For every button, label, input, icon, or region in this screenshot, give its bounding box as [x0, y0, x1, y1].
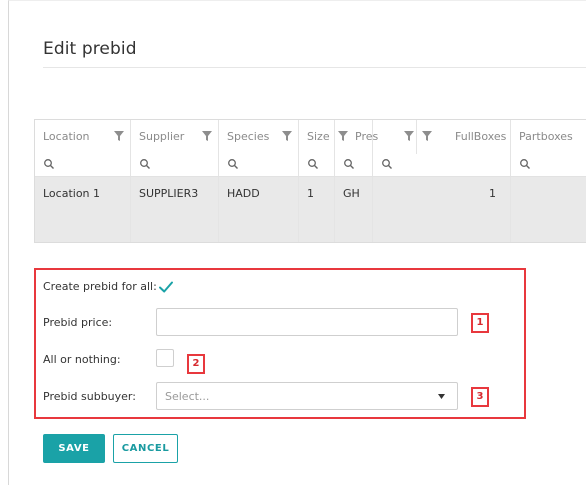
chevron-down-icon: [438, 394, 445, 399]
column-header-pres-filter[interactable]: [373, 120, 417, 154]
prebid-price-input[interactable]: [156, 308, 458, 336]
cell-text: HADD: [227, 187, 260, 200]
filter-cell-fullboxes[interactable]: [373, 154, 511, 176]
cell-supplier: SUPPLIER3: [131, 177, 219, 242]
title-divider: [43, 67, 586, 68]
table-row[interactable]: Location 1 SUPPLIER3 HADD 1 GH 1: [35, 177, 586, 242]
cell-location: Location 1: [35, 177, 131, 242]
create-prebid-all-label: Create prebid for all:: [43, 280, 157, 293]
column-header-partboxes[interactable]: Partboxes: [511, 120, 586, 154]
all-or-nothing-checkbox[interactable]: [156, 349, 174, 367]
callout-1: 1: [471, 313, 489, 333]
callout-2: 2: [187, 354, 205, 374]
column-label: Species: [227, 130, 270, 143]
filter-icon[interactable]: [113, 130, 125, 142]
cell-fullboxes: 1: [373, 177, 511, 242]
callout-3: 3: [471, 387, 489, 407]
prebid-subbuyer-label: Prebid subbuyer:: [43, 390, 136, 403]
filter-cell-partboxes[interactable]: [511, 154, 586, 176]
search-icon: [308, 159, 318, 169]
cell-text: 1: [489, 187, 496, 200]
search-icon: [228, 159, 238, 169]
search-icon: [44, 159, 54, 169]
column-label: Size: [307, 130, 330, 143]
filter-cell-location[interactable]: [35, 154, 131, 176]
filter-cell-size[interactable]: [299, 154, 335, 176]
prebid-grid: Location Supplier Species Size Pres Full…: [34, 119, 586, 243]
save-button[interactable]: SAVE: [43, 434, 105, 463]
prebid-price-label: Prebid price:: [43, 316, 113, 329]
search-icon: [382, 159, 392, 169]
column-header-fullboxes[interactable]: FullBoxes: [417, 120, 511, 154]
select-placeholder: Select...: [165, 390, 210, 403]
column-header-location[interactable]: Location: [35, 120, 131, 154]
cell-text: SUPPLIER3: [139, 187, 199, 200]
filter-cell-pres[interactable]: [335, 154, 373, 176]
column-header-supplier[interactable]: Supplier: [131, 120, 219, 154]
search-icon: [344, 159, 354, 169]
cell-partboxes: [511, 177, 586, 242]
filter-icon[interactable]: [421, 130, 433, 142]
column-label: Location: [43, 130, 90, 143]
cell-pres: GH: [335, 177, 373, 242]
filter-icon[interactable]: [337, 130, 349, 142]
cancel-button[interactable]: CANCEL: [113, 434, 178, 463]
cell-text: GH: [343, 187, 360, 200]
prebid-subbuyer-select[interactable]: Select...: [156, 382, 458, 410]
create-prebid-all-checkbox[interactable]: [158, 279, 174, 295]
column-label: FullBoxes: [455, 130, 507, 143]
column-header-size[interactable]: Size: [299, 120, 335, 154]
filter-cell-species[interactable]: [219, 154, 299, 176]
column-header-species[interactable]: Species: [219, 120, 299, 154]
cell-size: 1: [299, 177, 335, 242]
grid-filter-row: [35, 154, 586, 177]
search-icon: [520, 159, 530, 169]
all-or-nothing-label: All or nothing:: [43, 353, 121, 366]
filter-icon[interactable]: [201, 130, 213, 142]
dialog-title: Edit prebid: [43, 39, 137, 59]
search-icon: [140, 159, 150, 169]
grid-header-row: Location Supplier Species Size Pres Full…: [35, 120, 586, 155]
column-label: Supplier: [139, 130, 185, 143]
cell-text: Location 1: [43, 187, 101, 200]
filter-icon[interactable]: [403, 130, 415, 142]
filter-cell-supplier[interactable]: [131, 154, 219, 176]
column-header-size-filter[interactable]: Pres: [335, 120, 378, 154]
column-label: Partboxes: [519, 130, 573, 143]
filter-icon[interactable]: [281, 130, 293, 142]
cell-text: 1: [307, 187, 314, 200]
check-icon: [159, 281, 173, 293]
cell-species: HADD: [219, 177, 299, 242]
